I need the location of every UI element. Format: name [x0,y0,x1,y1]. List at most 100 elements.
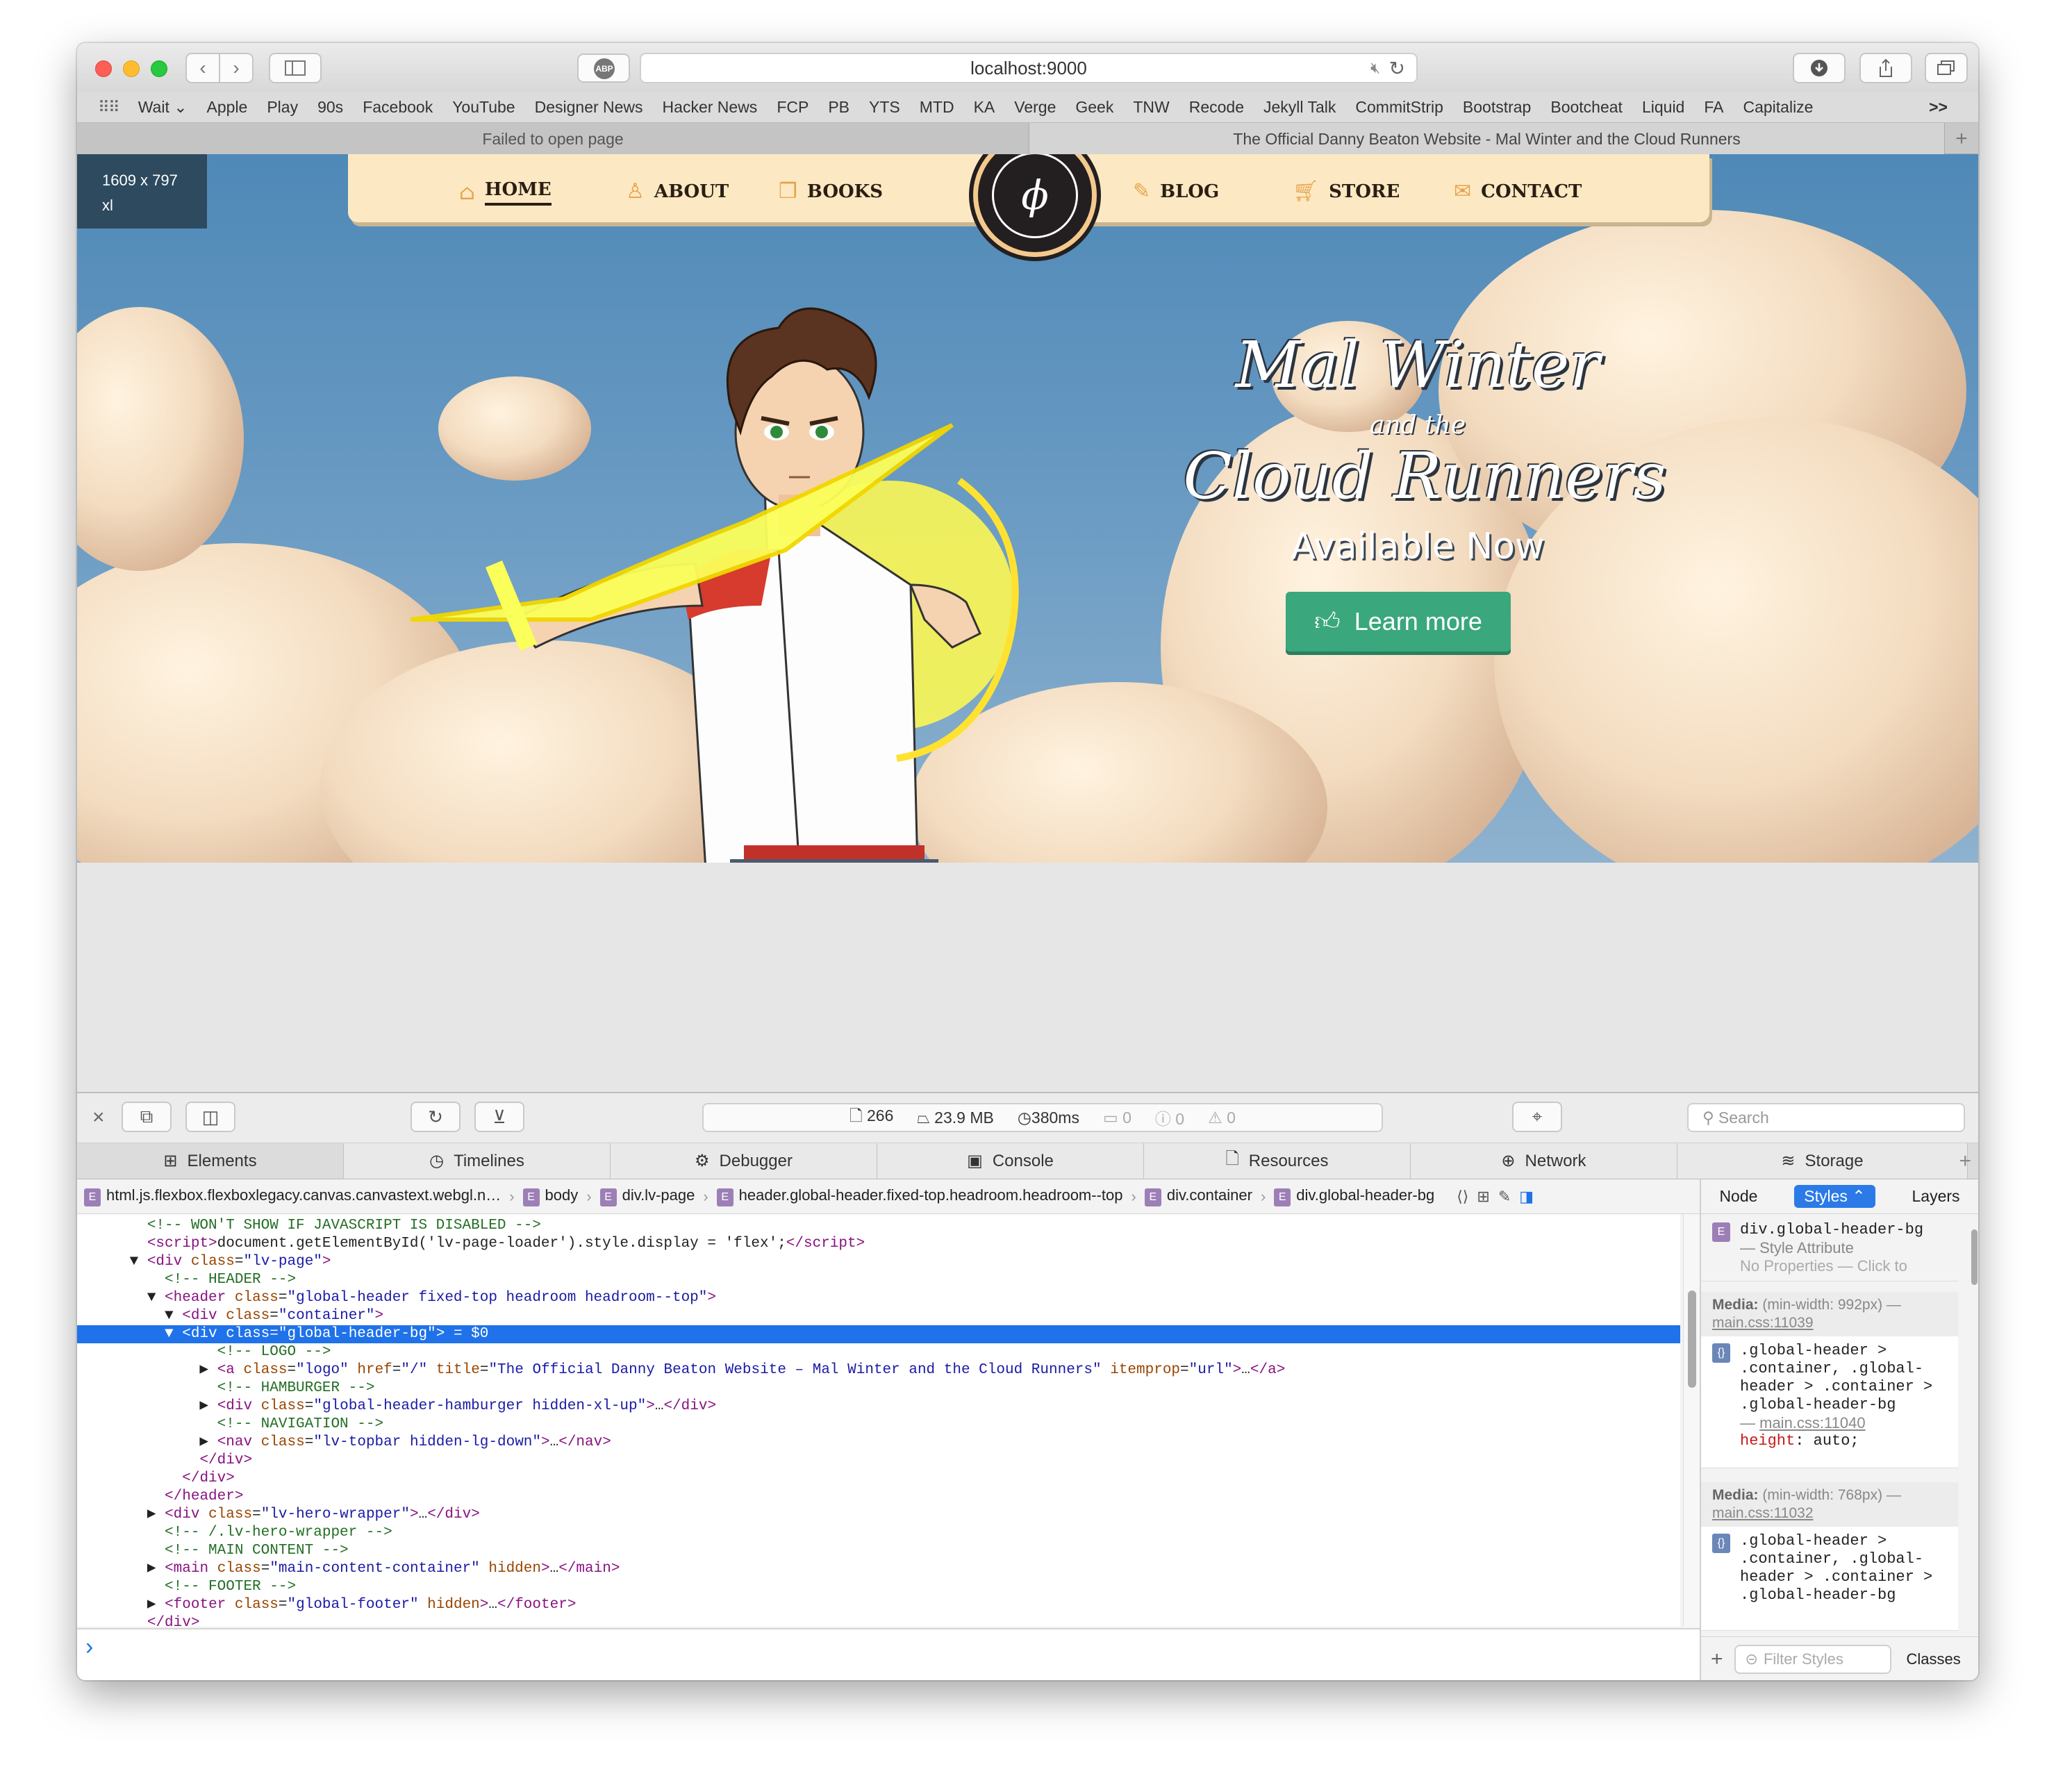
dom-line[interactable]: <!-- FOOTER --> [77,1578,1680,1596]
console-prompt[interactable]: › [77,1628,1700,1680]
share-button[interactable] [1859,53,1912,83]
layout-grid-icon[interactable]: ⊞ [1477,1188,1489,1206]
reload-page-button[interactable]: ↻ [411,1102,461,1132]
classes-toggle[interactable]: Classes [1907,1650,1961,1668]
undock-button[interactable]: ⧉ [122,1102,172,1132]
dom-tree[interactable]: <!-- WON'T SHOW IF JAVASCRIPT IS DISABLE… [77,1214,1680,1627]
sidebar-toggle-button[interactable] [269,53,322,83]
dom-line-selected[interactable]: ▼ <div class="global-header-bg"> = $0 [77,1325,1680,1343]
scrollbar-thumb[interactable] [1688,1291,1696,1388]
dom-line[interactable]: <!-- HEADER --> [77,1271,1680,1289]
bookmarks-overflow-button[interactable]: >> [1929,98,1948,117]
bookmark[interactable]: Apple [207,98,248,117]
grid-icon[interactable]: ⠿⠿ [98,98,120,117]
bookmark[interactable]: 90s [317,98,343,117]
tab-failed[interactable]: Failed to open page [77,123,1029,155]
dom-line[interactable]: <!-- HAMBURGER --> [77,1379,1680,1397]
nav-books[interactable]: ❒ BOOKS [779,179,883,204]
dom-line[interactable]: </div> [77,1470,1680,1488]
breadcrumb-item[interactable]: Eheader.global-header.fixed-top.headroom… [716,1186,1123,1206]
sidebar-tab-layers[interactable]: Layers [1912,1187,1959,1206]
tab-elements[interactable]: ⊞ Elements [77,1143,344,1179]
adblock-button[interactable]: ABP [577,53,630,83]
bookmark[interactable]: YTS [869,98,900,117]
breadcrumb-item[interactable]: Ebody [522,1186,578,1206]
nav-about[interactable]: ♙ ABOUT [626,179,729,204]
log-count[interactable]: ▭ 0 [1103,1109,1131,1127]
bookmark[interactable]: Wait ⌄ [138,98,188,117]
dom-line[interactable]: ▼ <div class="lv-page"> [77,1253,1680,1271]
tab-active[interactable]: The Official Danny Beaton Website - Mal … [1029,123,1944,155]
nav-store[interactable]: 🛒︎ STORE [1293,179,1400,204]
downloads-button[interactable] [1793,53,1846,83]
dom-tree-scrollbar[interactable] [1683,1214,1700,1627]
nav-blog[interactable]: ✎ BLOG [1133,179,1219,204]
bookmark[interactable]: YouTube [452,98,515,117]
source-link[interactable]: main.css:11032 [1712,1505,1814,1521]
bookmark[interactable]: Bootcheat [1550,98,1623,117]
dom-line[interactable]: <!-- NAVIGATION --> [77,1416,1680,1434]
close-window-button[interactable] [95,60,112,77]
tabs-overview-button[interactable] [1925,53,1968,83]
tab-storage[interactable]: ≋ Storage + [1677,1143,1971,1179]
bookmark[interactable]: Liquid [1642,98,1684,117]
style-attribute-rule[interactable]: E div.global-header-bg — Style Attribute… [1701,1216,1958,1281]
nav-home[interactable]: ⌂ HOME [459,179,552,206]
bookmark[interactable]: FA [1704,98,1723,117]
source-link[interactable]: main.css:11040 [1759,1414,1865,1432]
close-inspector-icon[interactable]: × [92,1106,105,1129]
nav-contact[interactable]: ✉ CONTACT [1454,179,1582,204]
breadcrumb-item[interactable]: Ediv.global-header-bg [1274,1186,1434,1206]
paint-brush-icon[interactable]: ✎ [1498,1188,1511,1206]
bookmark[interactable]: FCP [777,98,809,117]
learn-more-button[interactable]: 👍︎ Learn more [1286,592,1511,652]
dom-line[interactable]: <!-- WON'T SHOW IF JAVASCRIPT IS DISABLE… [77,1217,1680,1235]
bookmark[interactable]: Jekyll Talk [1263,98,1336,117]
bookmark[interactable]: Designer News [535,98,643,117]
source-link[interactable]: main.css:11039 [1712,1315,1814,1331]
dom-line[interactable]: ▶ <div class="lv-hero-wrapper">…</div> [77,1506,1680,1524]
dom-line[interactable]: <!-- /.lv-hero-wrapper --> [77,1524,1680,1542]
dom-line[interactable]: <script>document.getElementById('lv-page… [77,1235,1680,1253]
dock-side-button[interactable]: ◫ [185,1102,235,1132]
error-count[interactable]: ⓘ 0 [1155,1106,1184,1129]
css-property[interactable]: height [1740,1432,1795,1450]
download-archive-button[interactable]: ⊻ [474,1102,524,1132]
inspector-search[interactable]: ⚲ Search [1687,1103,1965,1132]
source-toggle-icon[interactable]: ⟨⟩ [1457,1188,1468,1206]
scrollbar-thumb[interactable] [1971,1229,1978,1285]
dom-line[interactable]: ▼ <header class="global-header fixed-top… [77,1289,1680,1307]
sidebar-tab-node[interactable]: Node [1719,1187,1757,1206]
inspect-element-button[interactable]: ⌖ [1512,1102,1562,1132]
dom-line[interactable]: ▼ <div class="container"> [77,1307,1680,1325]
new-tab-button[interactable]: + [1944,123,1978,155]
breadcrumb-item[interactable]: Ediv.lv-page [599,1186,695,1206]
tab-console[interactable]: ▣ Console [877,1143,1144,1179]
bookmark[interactable]: KA [974,98,995,117]
bookmark[interactable]: MTD [920,98,954,117]
dom-line[interactable]: ▶ <a class="logo" href="/" title="The Of… [77,1361,1680,1379]
sidebar-toggle-icon[interactable]: ◨ [1519,1188,1534,1206]
breadcrumb-item[interactable]: Ediv.container [1144,1186,1252,1206]
dom-line[interactable]: ▶ <div class="global-header-hamburger hi… [77,1397,1680,1416]
tab-network[interactable]: ⊕ Network [1411,1143,1677,1179]
bookmark[interactable]: Capitalize [1743,98,1813,117]
css-rule[interactable]: {} .global-header > .container, .global-… [1701,1527,1958,1631]
forward-button[interactable]: › [219,53,254,83]
bookmark[interactable]: Bootstrap [1463,98,1531,117]
dom-line[interactable]: ▶ <footer class="global-footer" hidden>…… [77,1596,1680,1614]
filter-styles-input[interactable]: ⊝ Filter Styles [1734,1645,1891,1674]
dom-line[interactable]: </div> [77,1614,1680,1627]
address-bar[interactable]: localhost:9000 🔇︎ ↻ [640,53,1418,83]
tab-debugger[interactable]: ⚙ Debugger [611,1143,877,1179]
back-button[interactable]: ‹ [185,53,220,83]
tab-resources[interactable]: 🗋︎ Resources [1144,1143,1411,1179]
add-rule-icon[interactable]: + [1711,1648,1723,1671]
dom-line[interactable]: <!-- MAIN CONTENT --> [77,1542,1680,1560]
warning-count[interactable]: ⚠ 0 [1208,1109,1236,1127]
add-tab-icon[interactable]: + [1959,1150,1971,1173]
bookmark[interactable]: Play [267,98,298,117]
css-rule[interactable]: {} .global-header > .container, .global-… [1701,1336,1958,1468]
dom-line[interactable]: <!-- LOGO --> [77,1343,1680,1361]
zoom-window-button[interactable] [151,60,167,77]
